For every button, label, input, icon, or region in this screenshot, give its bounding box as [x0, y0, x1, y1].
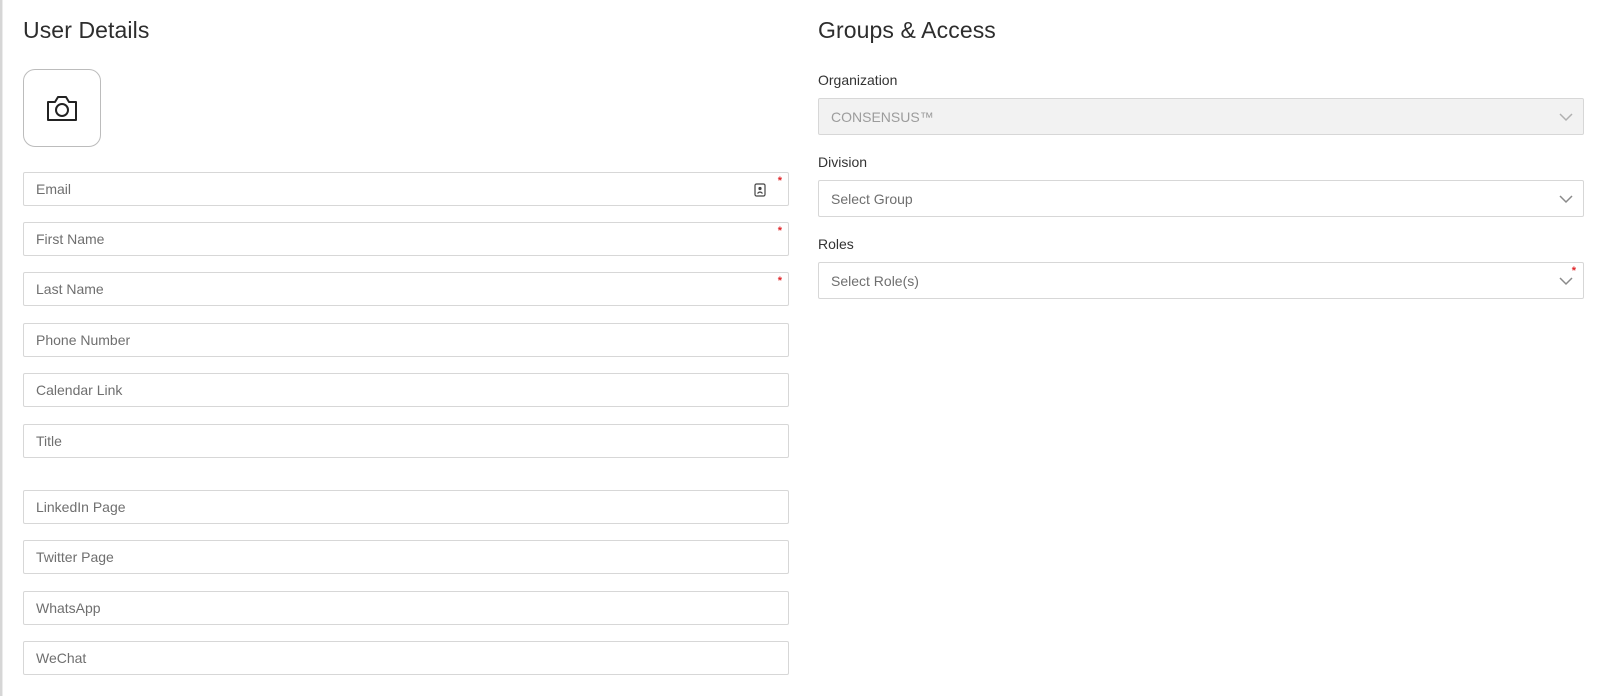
required-marker: * — [777, 225, 782, 237]
chevron-down-icon — [1559, 195, 1573, 204]
email-input[interactable] — [24, 173, 788, 205]
first-name-field: * — [23, 222, 789, 256]
roles-label: Roles — [818, 236, 854, 252]
organization-select: CONSENSUS™ — [818, 98, 1584, 135]
division-label: Division — [818, 154, 868, 170]
linkedin-field — [23, 490, 789, 524]
chevron-down-icon — [1559, 277, 1573, 286]
phone-number-field — [23, 323, 789, 357]
roles-select[interactable]: Select Role(s) * — [818, 262, 1584, 299]
twitter-field — [23, 540, 789, 574]
title-field — [23, 424, 789, 458]
organization-value: CONSENSUS™ — [831, 109, 934, 125]
wechat-field — [23, 641, 789, 675]
camera-icon — [47, 96, 77, 121]
first-name-input[interactable] — [24, 223, 788, 255]
linkedin-input[interactable] — [24, 491, 788, 523]
organization-label: Organization — [818, 72, 898, 88]
phone-number-input[interactable] — [24, 324, 788, 356]
groups-access-title: Groups & Access — [818, 17, 996, 43]
twitter-input[interactable] — [24, 541, 788, 573]
last-name-field: * — [23, 272, 789, 306]
chevron-down-icon — [1559, 113, 1573, 122]
required-marker: * — [777, 175, 782, 187]
email-field: * — [23, 172, 789, 206]
roles-value: Select Role(s) — [831, 273, 919, 289]
wechat-input[interactable] — [24, 642, 788, 674]
last-name-input[interactable] — [24, 273, 788, 305]
user-details-title: User Details — [23, 17, 150, 43]
division-value: Select Group — [831, 191, 913, 207]
calendar-link-field — [23, 373, 789, 407]
required-marker: * — [777, 275, 782, 287]
contact-card-icon[interactable] — [754, 183, 766, 197]
calendar-link-input[interactable] — [24, 374, 788, 406]
title-input[interactable] — [24, 425, 788, 457]
page-left-border-inner — [2, 0, 3, 696]
whatsapp-input[interactable] — [24, 592, 788, 624]
division-select[interactable]: Select Group — [818, 180, 1584, 217]
required-marker: * — [1571, 265, 1576, 277]
whatsapp-field — [23, 591, 789, 625]
avatar-upload-button[interactable] — [23, 69, 101, 147]
